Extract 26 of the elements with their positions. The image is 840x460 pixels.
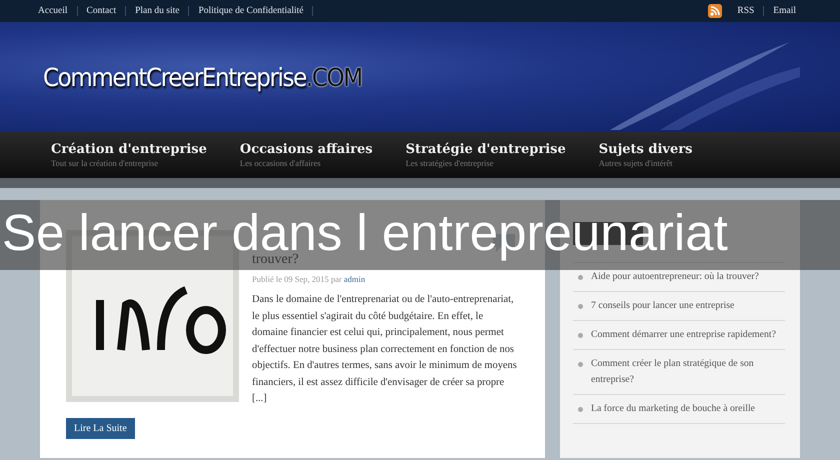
top-link[interactable]: Email: [764, 6, 802, 16]
sidebar-link[interactable]: 7 conseils pour lancer une entreprise: [591, 298, 734, 314]
bullet-icon: [578, 304, 583, 309]
bullet-icon: [578, 362, 583, 367]
sidebar-link[interactable]: La force du marketing de bouche à oreille: [591, 401, 756, 417]
post-date: Publié le 09 Sep, 2015 par: [252, 274, 342, 284]
nav-item[interactable]: Création d'entreprise Tout sur la création d'entreprise: [51, 142, 207, 168]
nav-item[interactable]: Occasions affaires Les occasions d'affaires: [240, 142, 373, 168]
read-more-button[interactable]: Lire La Suite: [66, 418, 135, 438]
post-excerpt: Dans le domaine de l'entreprenariat ou de l'auto-entreprenariat, le plus essentiel s'agirait du côté budgétaire. En effet, le domaine financier est celui qui, principalement, nous permet d'effectuer notre business plan correctement en fonction de nos objectifs. En d'autres termes, sans avoir le minimum de moyens financiers, il est assez difficile d'envisager de créer sa propre [...]: [252, 293, 517, 406]
top-link[interactable]: Accueil: [38, 6, 78, 16]
top-link[interactable]: Contact: [78, 6, 126, 16]
site-logo[interactable]: CommentCreerEntreprise.COM: [43, 62, 362, 92]
top-link[interactable]: Politique de Confidentialité: [189, 6, 314, 16]
rss-icon[interactable]: [708, 4, 722, 18]
top-link[interactable]: Plan du site: [126, 6, 190, 16]
bullet-icon: [578, 407, 583, 412]
bullet-icon: [578, 275, 583, 280]
nav-item[interactable]: Sujets divers Autres sujets d'intérêt: [598, 142, 692, 168]
author-link[interactable]: admin: [344, 274, 366, 284]
top-link[interactable]: RSS: [728, 6, 764, 16]
sidebar-link[interactable]: Aide pour autoentrepreneur: où la trouver?: [591, 269, 759, 285]
sidebar-link[interactable]: Comment créer le plan stratégique de son entreprise?: [591, 356, 785, 388]
nav-item[interactable]: Stratégie d'entreprise Les stratégies d'entreprise: [406, 142, 566, 168]
sidebar-link[interactable]: Comment démarrer une entreprise rapidement?: [591, 327, 776, 343]
bullet-icon: [578, 333, 583, 338]
